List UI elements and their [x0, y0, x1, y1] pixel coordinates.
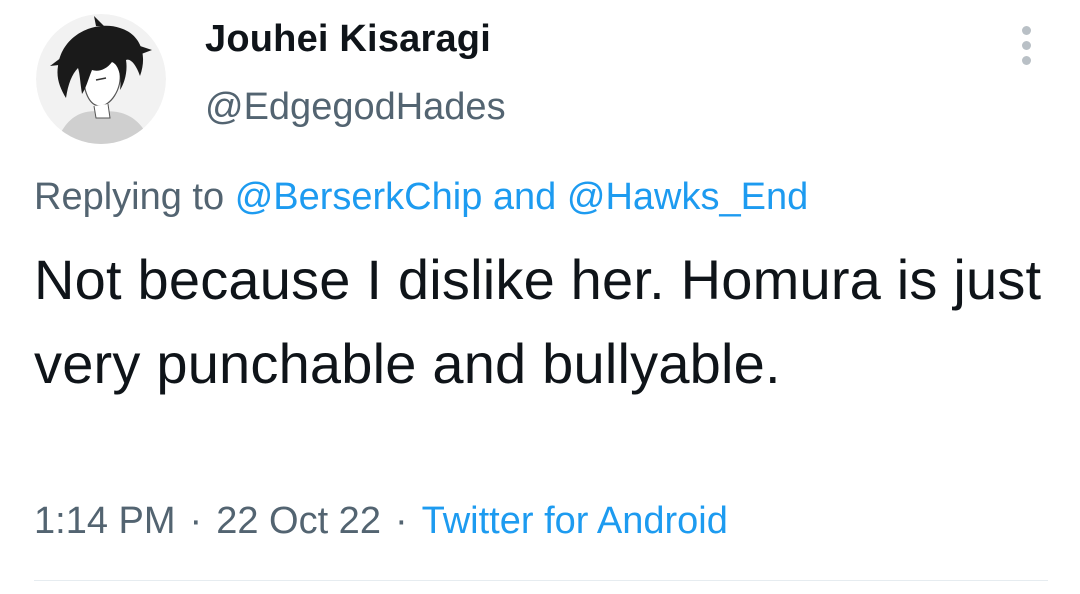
replying-to-label: Replying to	[34, 176, 225, 218]
author-display-name[interactable]: Jouhei Kisaragi	[205, 18, 491, 61]
mention-link[interactable]: @BerserkChip	[235, 176, 483, 218]
mention-joiner[interactable]: and	[493, 176, 556, 218]
more-dot	[1022, 41, 1031, 50]
tweet-meta: 1:14 PM · 22 Oct 22 · Twitter for Android	[34, 500, 728, 543]
more-vertical-icon[interactable]	[1010, 22, 1044, 68]
tweet-source-link[interactable]: Twitter for Android	[422, 500, 728, 542]
replying-to-line: Replying to @BerserkChip and @Hawks_End	[34, 176, 808, 219]
divider	[34, 580, 1048, 581]
meta-separator: ·	[189, 500, 203, 542]
avatar[interactable]	[36, 14, 166, 144]
avatar-image	[36, 14, 166, 144]
tweet-date[interactable]: 22 Oct 22	[216, 500, 381, 542]
tweet-time[interactable]: 1:14 PM	[34, 500, 176, 542]
more-dot	[1022, 26, 1031, 35]
meta-separator: ·	[394, 500, 408, 542]
mention-link[interactable]: @Hawks_End	[567, 176, 808, 218]
author-handle[interactable]: @EdgegodHades	[205, 86, 506, 129]
tweet-text: Not because I dislike her. Homura is jus…	[34, 248, 1042, 395]
more-dot	[1022, 56, 1031, 65]
tweet-detail: Jouhei Kisaragi @EdgegodHades Replying t…	[0, 0, 1080, 594]
